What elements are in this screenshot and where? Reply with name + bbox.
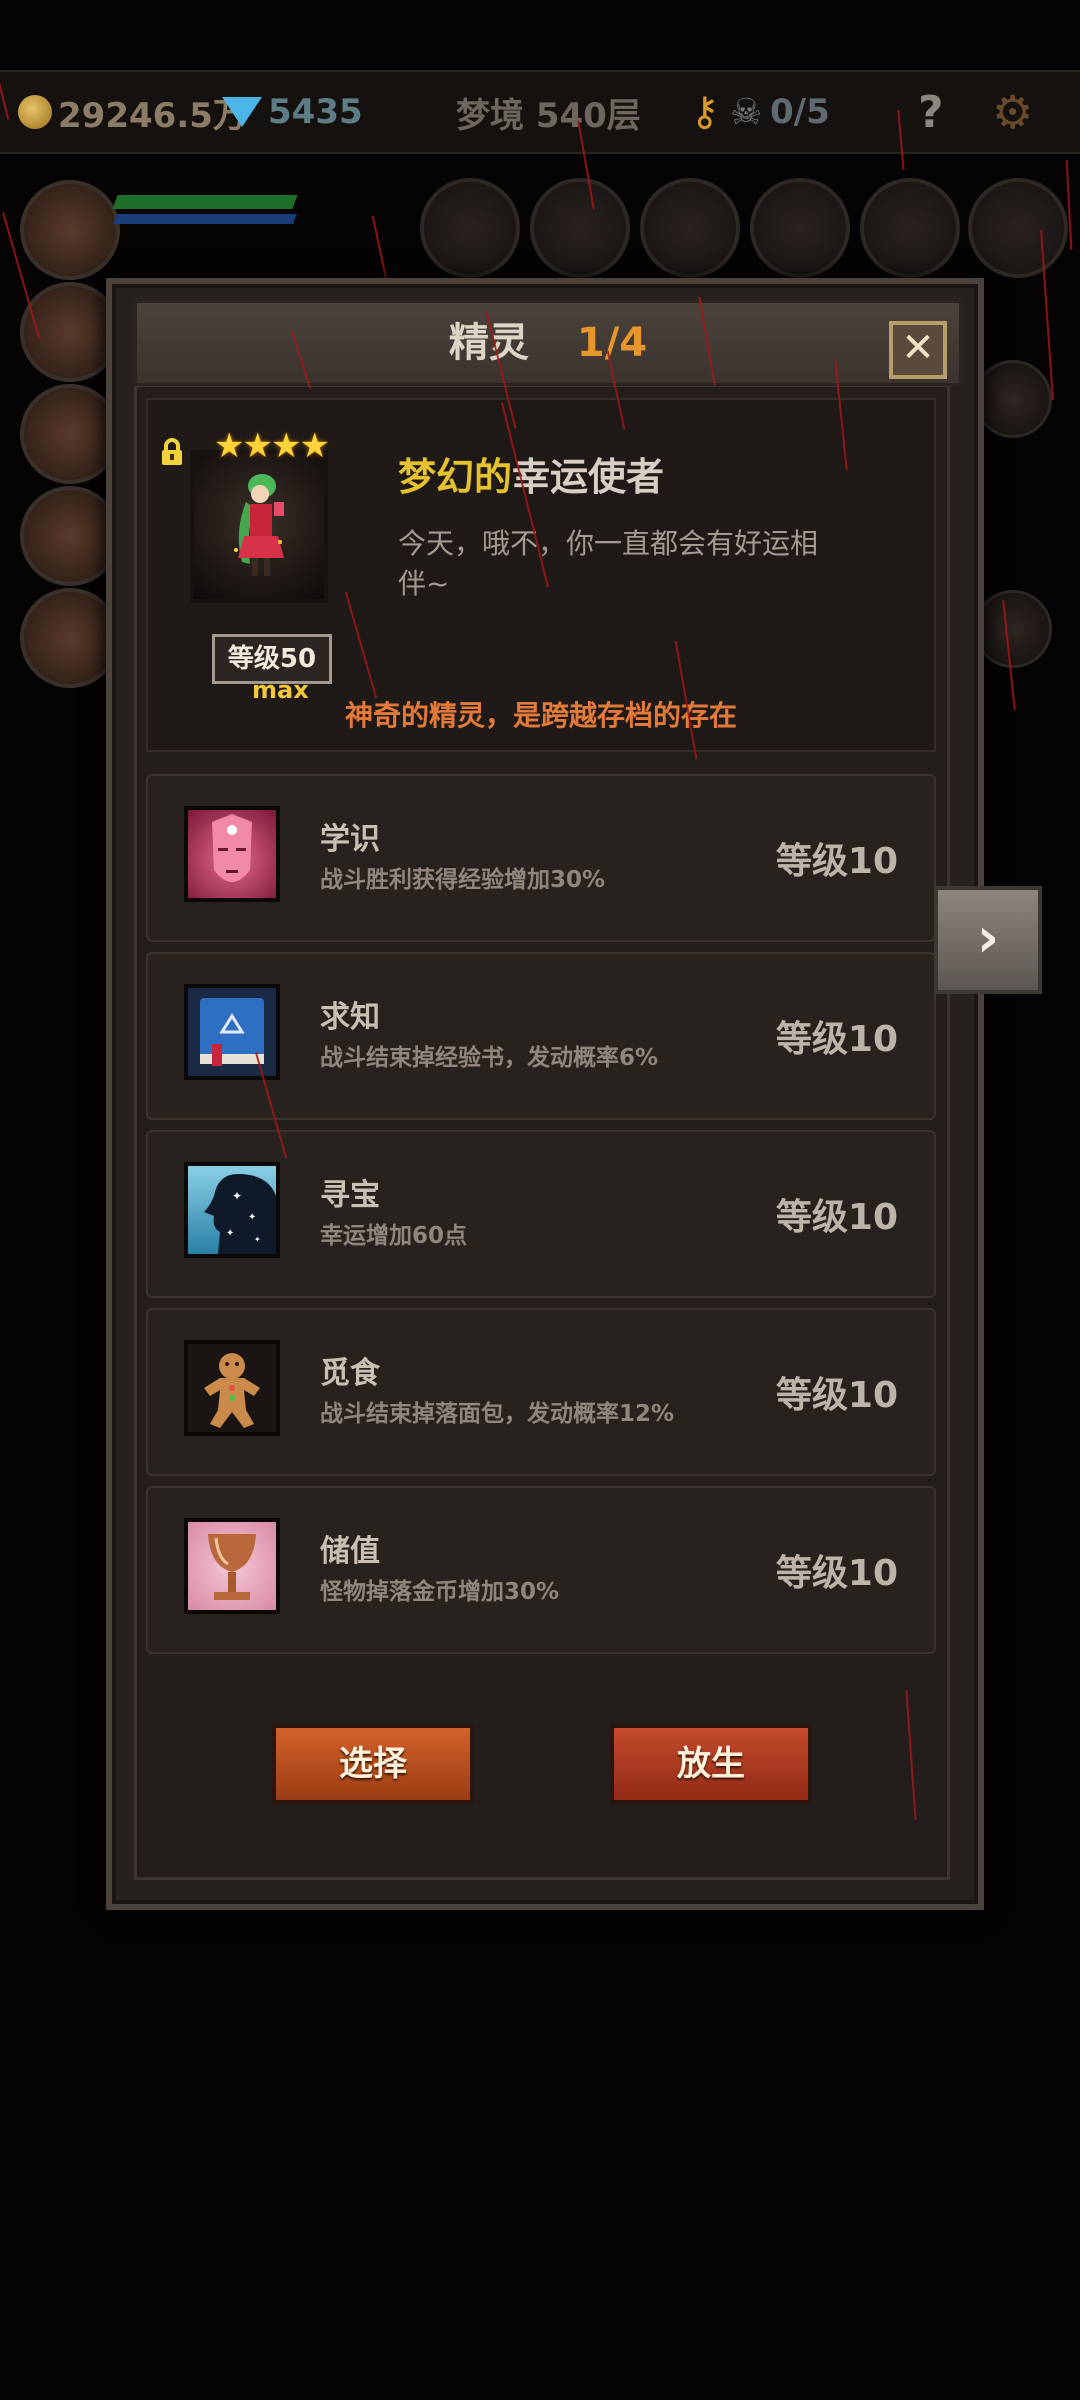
hero-avatar[interactable] xyxy=(20,384,120,484)
close-button[interactable]: ✕ xyxy=(889,321,947,379)
hero-avatar[interactable] xyxy=(20,486,120,586)
page-indicator: 1/4 xyxy=(576,320,648,366)
key-count: 0/5 xyxy=(770,92,830,132)
hero-avatar[interactable] xyxy=(20,588,120,688)
skill-name: 寻宝 xyxy=(320,1178,380,1213)
item-slot[interactable] xyxy=(640,178,740,278)
lock-icon[interactable] xyxy=(158,438,186,466)
svg-text:✦: ✦ xyxy=(226,1228,234,1239)
gem-icon xyxy=(222,97,262,127)
hp-bar xyxy=(112,195,298,209)
spirit-name: 梦幻的幸运使者 xyxy=(398,446,664,501)
key-icon: ⚷ xyxy=(690,89,720,135)
spirit-description: 今天，哦不，你一直都会有好运相伴~ xyxy=(398,527,819,600)
book-icon xyxy=(184,984,280,1080)
spirit-portrait[interactable] xyxy=(190,450,328,603)
side-portrait xyxy=(974,590,1052,668)
skill-level: 等级10 xyxy=(775,1197,898,1238)
gold-display: 29246.5万 xyxy=(18,72,247,152)
skill-row[interactable]: 学识 战斗胜利获得经验增加30% 等级10 xyxy=(146,774,936,942)
skill-level: 等级10 xyxy=(775,1375,898,1416)
svg-text:✦: ✦ xyxy=(254,1235,261,1244)
skill-description: 战斗胜利获得经验增加30% xyxy=(320,867,606,893)
spirit-name-main: 幸运使者 xyxy=(512,455,665,499)
next-page-button[interactable]: › xyxy=(934,886,1042,994)
skill-level: 等级10 xyxy=(775,1553,898,1594)
skill-level: 等级10 xyxy=(775,1019,898,1060)
svg-text:✦: ✦ xyxy=(232,1189,242,1203)
goblet-icon xyxy=(184,1518,280,1614)
release-button[interactable]: 放生 xyxy=(610,1724,812,1804)
svg-text:✦: ✦ xyxy=(248,1212,256,1223)
starry-silhouette-icon: ✦ ✦ ✦ ✦ xyxy=(184,1162,280,1258)
resource-bar: 29246.5万 5435 梦境 540层 ⚷ ☠ 0/5 ? ⚙ xyxy=(0,70,1080,154)
skill-name: 觅食 xyxy=(320,1356,380,1391)
skill-row[interactable]: 求知 战斗结束掉经验书，发动概率6% 等级10 xyxy=(146,952,936,1120)
skill-row[interactable]: ✦ ✦ ✦ ✦ 寻宝 幸运增加60点 等级10 xyxy=(146,1130,936,1298)
floor-label: 梦境 540层 xyxy=(456,95,641,136)
gem-value: 5435 xyxy=(268,92,363,132)
skill-description: 幸运增加60点 xyxy=(320,1223,468,1249)
skill-name: 学识 xyxy=(320,822,380,857)
skill-row[interactable]: 觅食 战斗结束掉落面包，发动概率12% 等级10 xyxy=(146,1308,936,1476)
spirit-dialog: 精灵 1/4 ✕ ★★★★ 等级50 max 梦幻的幸运使者 今天，哦不，你一直… xyxy=(106,278,984,1910)
skill-description: 怪物掉落金币增加30% xyxy=(320,1579,560,1605)
fairy-sprite-icon xyxy=(234,474,284,576)
hero-avatar[interactable] xyxy=(20,282,120,382)
spirit-info-panel: ★★★★ 等级50 max 梦幻的幸运使者 今天，哦不，你一直都会有好运相伴~ … xyxy=(146,398,936,752)
skill-description: 战斗结束掉落面包，发动概率12% xyxy=(320,1401,675,1427)
gear-icon[interactable]: ⚙ xyxy=(992,72,1033,152)
select-button[interactable]: 选择 xyxy=(272,1724,474,1804)
star-rating: ★★★★ xyxy=(214,426,330,466)
spirit-name-prefix: 梦幻的 xyxy=(398,455,513,499)
spirit-note: 神奇的精灵，是跨越存档的存在 xyxy=(344,699,737,732)
item-slot[interactable] xyxy=(420,178,520,278)
mp-bar xyxy=(113,214,297,224)
skill-description: 战斗结束掉经验书，发动概率6% xyxy=(320,1045,659,1071)
item-slot[interactable] xyxy=(860,178,960,278)
skull-icon: ☠ xyxy=(730,91,763,133)
gold-value: 29246.5万 xyxy=(58,95,247,136)
gem-display: 5435 xyxy=(222,72,363,152)
hero-avatar[interactable] xyxy=(20,180,120,280)
item-slot[interactable] xyxy=(750,178,850,278)
skill-row[interactable]: 储值 怪物掉落金币增加30% 等级10 xyxy=(146,1486,936,1654)
item-slot[interactable] xyxy=(968,178,1068,278)
coin-icon xyxy=(18,95,52,129)
dialog-titlebar: 精灵 1/4 ✕ xyxy=(134,300,962,386)
mask-face-icon xyxy=(184,806,280,902)
side-portrait xyxy=(974,360,1052,438)
skill-level: 等级10 xyxy=(775,841,898,882)
skill-name: 储值 xyxy=(320,1534,380,1569)
gingerbread-icon xyxy=(184,1340,280,1436)
item-slot[interactable] xyxy=(530,178,630,278)
help-icon[interactable]: ? xyxy=(918,72,944,152)
skill-name: 求知 xyxy=(320,1000,380,1035)
